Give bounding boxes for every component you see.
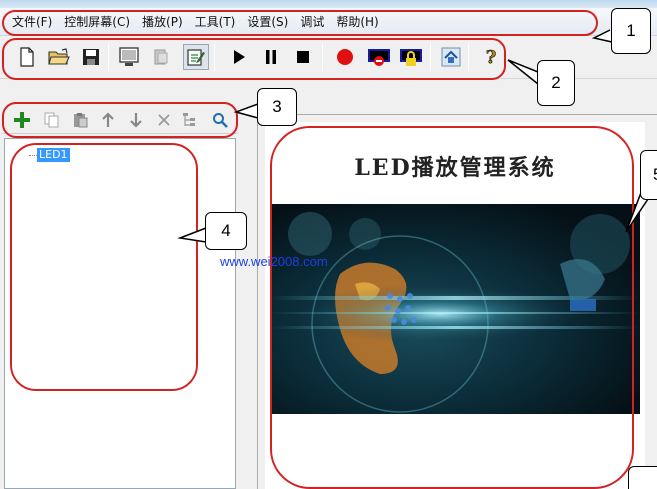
callout-5: 5 — [640, 150, 657, 200]
callout-2: 2 — [537, 60, 575, 106]
app-window: 文件(F) 控制屏幕(C) 播放(P) 工具(T) 设置(S) 调试 帮助(H) — [0, 0, 657, 489]
preview-highlight-ring — [270, 126, 634, 489]
toolbar-highlight-ring — [2, 38, 506, 80]
callout-4: 4 — [205, 212, 247, 250]
callout-3: 3 — [257, 88, 297, 126]
callout-1: 1 — [611, 8, 651, 54]
tree-highlight-ring — [10, 143, 198, 391]
menu-highlight-ring — [2, 10, 598, 36]
watermark-text: www.wei2008.com — [220, 254, 328, 269]
callout-6-partial — [628, 466, 657, 489]
tree-toolbar-highlight-ring — [2, 102, 238, 138]
